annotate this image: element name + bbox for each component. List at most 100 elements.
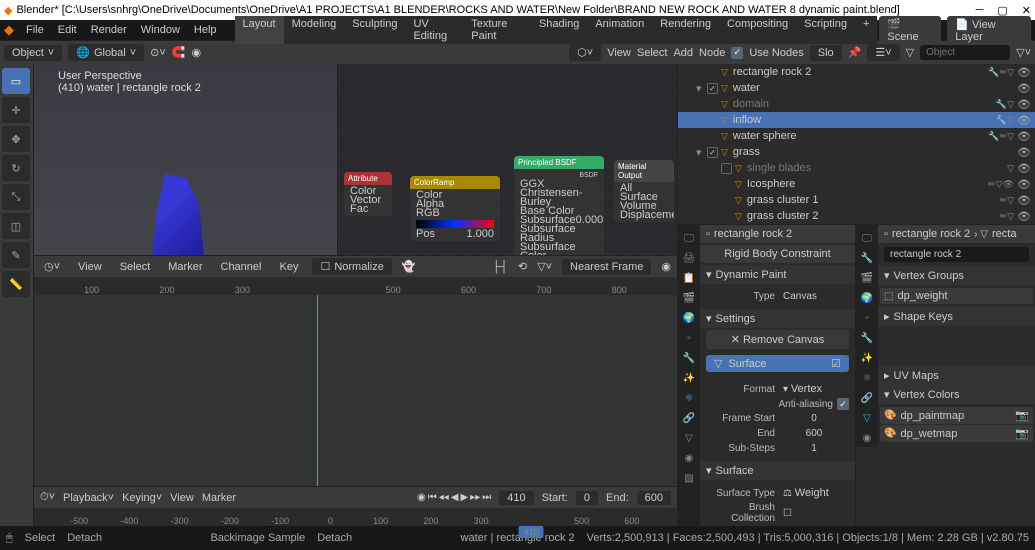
r-tab-tool-icon[interactable]: 🔧 bbox=[858, 249, 876, 267]
tab-world-icon[interactable]: 🌍 bbox=[680, 309, 698, 327]
node-principled-bsdf[interactable]: Principled BSDF BSDF GGX Christensen-Bur… bbox=[514, 156, 604, 255]
outliner-row[interactable]: ▽Icosphere✏▽👁👁 bbox=[678, 176, 1035, 192]
filter-icon[interactable]: ▽ bbox=[906, 46, 914, 59]
select-tool[interactable]: ▭ bbox=[2, 68, 30, 94]
r-tab-render-icon[interactable]: 🖵 bbox=[858, 229, 876, 247]
brush-collection[interactable]: ☐ bbox=[779, 507, 849, 520]
pb-playback[interactable]: Playback˅ bbox=[63, 492, 114, 504]
mode-select[interactable]: Object ˅ bbox=[4, 45, 62, 61]
r-tab-obj-icon[interactable]: ▫ bbox=[858, 309, 876, 327]
tab-shading[interactable]: Shading bbox=[531, 16, 587, 44]
tab-texture-icon[interactable]: ▨ bbox=[680, 469, 698, 487]
rotate-tool[interactable]: ↻ bbox=[2, 155, 30, 181]
dynpaint-header[interactable]: ▾ Dynamic Paint bbox=[700, 265, 855, 284]
outliner-row[interactable]: ▽grass cluster 2✏▽👁 bbox=[678, 208, 1035, 224]
use-nodes-check[interactable]: ✓ bbox=[731, 47, 743, 59]
timeline-ruler-bottom[interactable]: -500-400-300 -200-1000 100200300 410 500… bbox=[34, 508, 677, 526]
timeline-track[interactable] bbox=[34, 295, 677, 486]
pb-view[interactable]: View bbox=[170, 492, 194, 504]
next-key-icon[interactable]: ▸▸ bbox=[470, 492, 480, 503]
tab-modeling[interactable]: Modeling bbox=[284, 16, 345, 44]
cursor-x-icon[interactable]: ├┤ bbox=[492, 261, 508, 273]
rigid-body-btn[interactable]: Rigid Body Constraint bbox=[700, 245, 855, 263]
tab-output-icon[interactable]: 🖨 bbox=[680, 249, 698, 267]
node-menu-view[interactable]: View bbox=[607, 47, 631, 59]
outliner-row[interactable]: ▽rectangle rock 2🔧✏▽👁 bbox=[678, 64, 1035, 80]
r-tab-mat-icon[interactable]: ◉ bbox=[858, 429, 876, 447]
menu-render[interactable]: Render bbox=[85, 22, 133, 38]
surface-header[interactable]: ▾ Surface bbox=[700, 461, 855, 480]
pb-keying[interactable]: Keying˅ bbox=[122, 492, 162, 504]
outliner-row[interactable]: ▽inflow🔧▽👁 bbox=[678, 112, 1035, 128]
filter-toggle-icon[interactable]: ▽˅ bbox=[1016, 46, 1031, 59]
jump-end-icon[interactable]: ⏭ bbox=[482, 492, 491, 503]
tab-rendering[interactable]: Rendering bbox=[652, 16, 719, 44]
vgroups-header[interactable]: ▾ Vertex Groups bbox=[878, 266, 1035, 285]
outliner-type[interactable]: ☰˅ bbox=[867, 44, 899, 61]
timeline-editor-icon[interactable]: ⏱˅ bbox=[40, 491, 55, 504]
bc-name[interactable]: rectangle rock 2 bbox=[714, 228, 792, 240]
editor-type[interactable]: ⬡˅ bbox=[569, 44, 601, 61]
play-rev-icon[interactable]: ◀ bbox=[451, 492, 459, 503]
pivot-icon[interactable]: ⊙˅ bbox=[150, 46, 166, 59]
remove-canvas-btn[interactable]: ✕ Remove Canvas bbox=[706, 330, 849, 349]
move-tool[interactable]: ✥ bbox=[2, 126, 30, 152]
end-frame[interactable]: 600 bbox=[637, 491, 671, 505]
ds-key[interactable]: Key bbox=[275, 260, 302, 274]
tab-compositing[interactable]: Compositing bbox=[719, 16, 796, 44]
annotate-tool[interactable]: ✎ bbox=[2, 242, 30, 268]
node-menu-node[interactable]: Node bbox=[699, 47, 725, 59]
snap-mode[interactable]: Nearest Frame bbox=[562, 259, 651, 275]
tab-uv[interactable]: UV Editing bbox=[405, 16, 463, 44]
tab-render-icon[interactable]: 🖵 bbox=[680, 229, 698, 247]
outliner-row[interactable]: ▽domain🔧▽👁 bbox=[678, 96, 1035, 112]
tab-sculpting[interactable]: Sculpting bbox=[344, 16, 405, 44]
measure-tool[interactable]: 📏 bbox=[2, 271, 30, 297]
tab-add[interactable]: + bbox=[855, 16, 877, 44]
tab-material-icon[interactable]: ◉ bbox=[680, 449, 698, 467]
autokey-icon[interactable]: ◉ bbox=[417, 492, 426, 503]
vcolor-item[interactable]: 🎨 dp_paintmap 📷 bbox=[880, 407, 1033, 424]
substeps-field[interactable]: 1 bbox=[779, 442, 849, 455]
tab-object-icon[interactable]: ▫ bbox=[680, 329, 698, 347]
node-menu-select[interactable]: Select bbox=[637, 47, 668, 59]
shapekeys-header[interactable]: ▸ Shape Keys bbox=[878, 307, 1035, 326]
start-frame[interactable]: 0 bbox=[576, 491, 598, 505]
outliner-row[interactable]: ▾▽grass👁 bbox=[678, 144, 1035, 160]
stype-select[interactable]: ⚖ Weight bbox=[779, 486, 849, 500]
node-colorramp[interactable]: ColorRamp Color Alpha RGB Pos1.000 bbox=[410, 176, 500, 241]
frame-end-field[interactable]: 600 bbox=[779, 427, 849, 440]
uvmaps-header[interactable]: ▸ UV Maps bbox=[878, 366, 1035, 385]
format-select[interactable]: ▾ Vertex bbox=[779, 382, 849, 396]
tab-scripting[interactable]: Scripting bbox=[796, 16, 855, 44]
r-tab-part-icon[interactable]: ✨ bbox=[858, 349, 876, 367]
slot-select[interactable]: Slo bbox=[810, 45, 842, 61]
scene-selector[interactable]: 🎬 Scene bbox=[879, 16, 941, 45]
node-editor[interactable]: Attribute Color Vector Fac ColorRamp Col… bbox=[337, 64, 677, 255]
vcolor-item[interactable]: 🎨 dp_wetmap 📷 bbox=[880, 425, 1033, 442]
aa-check[interactable]: ✓ bbox=[837, 398, 849, 410]
timeline-ruler-top[interactable]: 100200300 410 500600700800 bbox=[34, 277, 677, 295]
transform-tool[interactable]: ◫ bbox=[2, 213, 30, 239]
mesh-name-field[interactable] bbox=[884, 247, 1029, 262]
r-tab-world-icon[interactable]: 🌍 bbox=[858, 289, 876, 307]
proportional-icon[interactable]: ◉ bbox=[661, 260, 671, 273]
outliner-row[interactable]: ▽single blades▽👁 bbox=[678, 160, 1035, 176]
tab-texture[interactable]: Texture Paint bbox=[463, 16, 531, 44]
playhead[interactable] bbox=[317, 295, 318, 486]
ds-channel[interactable]: Channel bbox=[217, 260, 266, 274]
normalize-btn[interactable]: ☐ Normalize bbox=[312, 258, 391, 275]
tab-constraint-icon[interactable]: 🔗 bbox=[680, 409, 698, 427]
settings-header[interactable]: ▾ Settings bbox=[700, 309, 855, 328]
r-tab-phys-icon[interactable]: ⚛ bbox=[858, 369, 876, 387]
outliner-row[interactable]: ▾▽water👁 bbox=[678, 80, 1035, 96]
jump-start-icon[interactable]: ⏮ bbox=[428, 492, 437, 503]
blender-logo-icon[interactable]: ◆ bbox=[4, 22, 14, 38]
current-frame[interactable]: 410 bbox=[499, 491, 533, 505]
outliner-search[interactable] bbox=[920, 45, 1010, 60]
pb-marker[interactable]: Marker bbox=[202, 492, 236, 504]
node-menu-add[interactable]: Add bbox=[673, 47, 693, 59]
menu-edit[interactable]: Edit bbox=[52, 22, 83, 38]
filter-icon[interactable]: ▽˅ bbox=[537, 260, 552, 273]
3d-viewport[interactable]: User Perspective (410) water | rectangle… bbox=[34, 64, 677, 255]
